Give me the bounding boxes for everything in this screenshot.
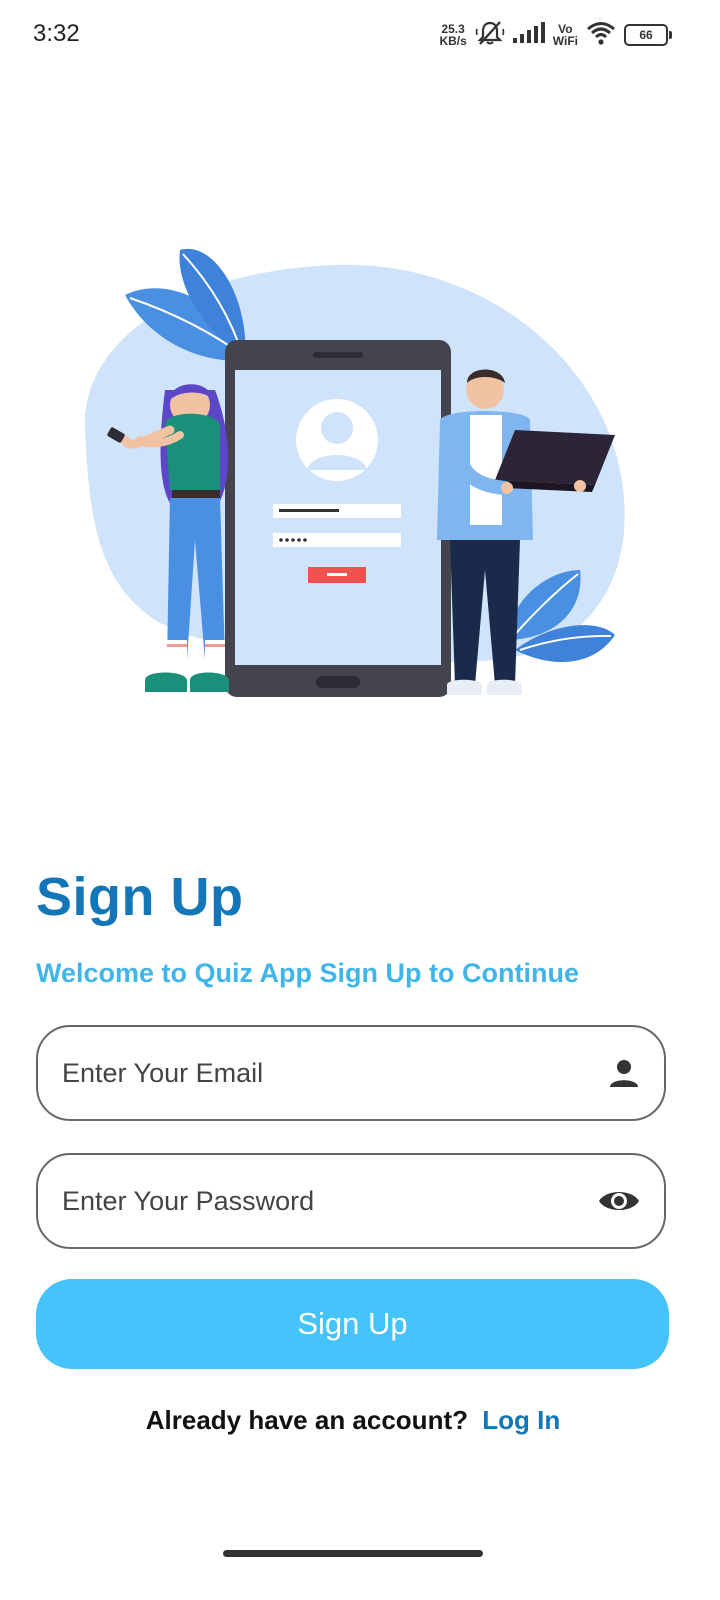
wifi-icon: [586, 21, 616, 50]
password-field[interactable]: [36, 1153, 666, 1249]
log-in-link[interactable]: Log In: [482, 1405, 560, 1435]
vowifi-indicator: Vo WiFi: [553, 23, 578, 47]
battery-icon: 66: [624, 24, 672, 46]
speed-unit: KB/s: [439, 34, 467, 48]
email-field[interactable]: [36, 1025, 666, 1121]
battery-level: 66: [639, 28, 653, 42]
login-prompt: Already have an account? Log In: [0, 1405, 706, 1436]
home-indicator[interactable]: [223, 1550, 483, 1557]
login-prompt-text: Already have an account?: [145, 1405, 468, 1435]
eye-icon[interactable]: [598, 1186, 640, 1216]
status-bar: 3:32 25.3 KB/s Vo WiFi 66: [0, 0, 720, 70]
password-input[interactable]: [60, 1184, 584, 1218]
email-input[interactable]: [60, 1056, 584, 1090]
wifi-label: WiFi: [552, 34, 578, 48]
page-title: Sign Up: [36, 867, 244, 927]
sign-up-button[interactable]: Sign Up: [36, 1279, 669, 1369]
status-time: 3:32: [33, 20, 80, 47]
status-icons: 25.3 KB/s Vo WiFi 66: [439, 18, 672, 52]
sign-up-illustration: [75, 240, 635, 710]
mute-bell-icon: [475, 19, 505, 52]
network-speed: 25.3 KB/s: [439, 23, 466, 47]
signal-icon: [512, 21, 545, 49]
page-subtitle: Welcome to Quiz App Sign Up to Continue: [36, 958, 579, 988]
person-icon: [608, 1057, 640, 1089]
sign-up-screen: 3:32 25.3 KB/s Vo WiFi 66 Sign Up Welcom…: [0, 0, 720, 1600]
